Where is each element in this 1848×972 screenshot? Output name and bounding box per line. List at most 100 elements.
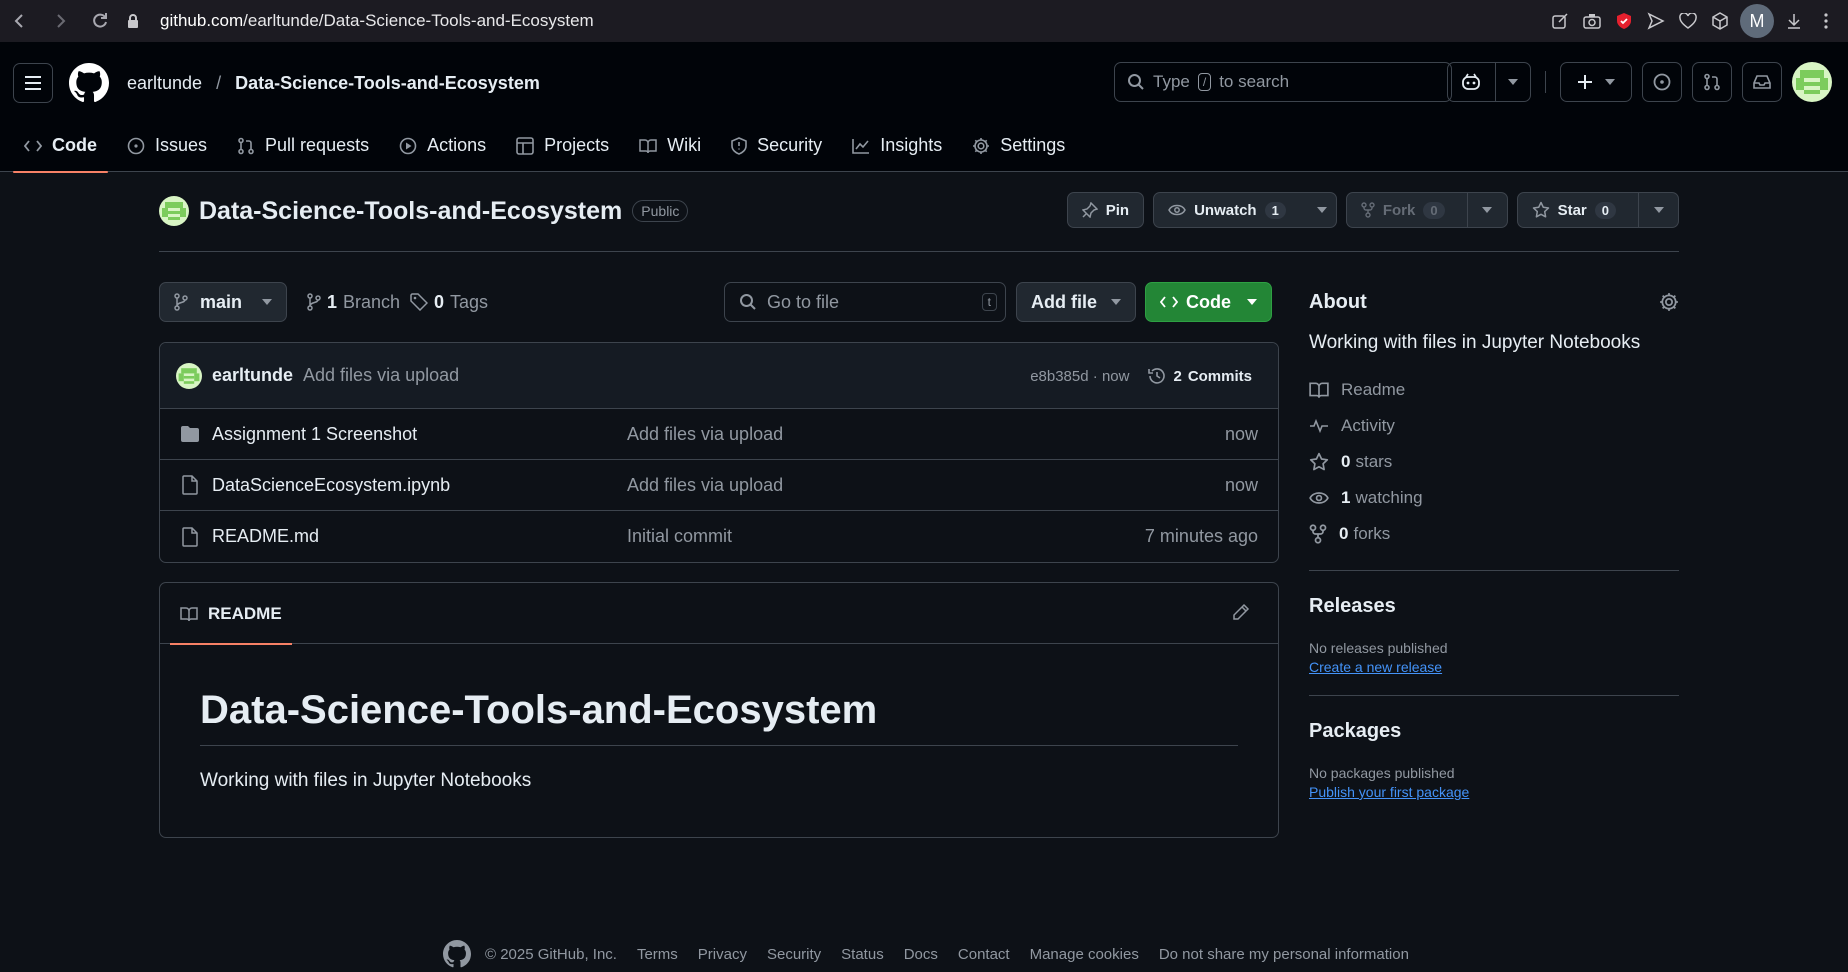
create-release-link[interactable]: Create a new release [1309,659,1442,675]
play-icon [399,137,417,154]
tab-insights[interactable]: Insights [841,119,953,172]
file-row[interactable]: README.md Initial commit 7 minutes ago [160,511,1278,562]
file-name[interactable]: README.md [212,526,319,547]
file-commit-message[interactable]: Initial commit [627,526,732,547]
commit-author-avatar[interactable] [176,362,202,389]
footer-link-manage-cookies[interactable]: Manage cookies [1030,946,1139,963]
history-icon [1148,368,1166,384]
tab-projects[interactable]: Projects [505,119,620,172]
file-commit-message[interactable]: Add files via upload [627,424,783,445]
tab-settings[interactable]: Settings [961,119,1076,172]
book-icon [639,138,657,153]
about-stars-link[interactable]: 0 stars [1309,444,1679,480]
browser-profile-avatar[interactable]: M [1740,4,1774,38]
file-row[interactable]: Assignment 1 Screenshot Add files via up… [160,409,1278,460]
add-file-button[interactable]: Add file [1016,282,1136,322]
pencil-icon[interactable] [1232,603,1250,621]
heart-icon[interactable] [1676,9,1700,33]
breadcrumb-repo[interactable]: Data-Science-Tools-and-Ecosystem [235,73,540,94]
code-download-button[interactable]: Code [1145,282,1272,322]
file-icon [182,475,198,495]
branches-link[interactable]: 1 Branch [307,282,400,322]
readme-tab[interactable]: README [170,583,292,645]
chevron-down-icon[interactable] [1638,193,1678,227]
commits-count: 2 [1173,367,1182,385]
commit-hash-time[interactable]: e8b385d · now [1030,368,1129,385]
packages-title[interactable]: Packages [1309,720,1679,743]
more-vertical-icon[interactable] [1814,9,1838,33]
releases-title[interactable]: Releases [1309,595,1679,618]
readme-heading: Data-Science-Tools-and-Ecosystem [200,688,1238,746]
footer-link-terms[interactable]: Terms [637,946,678,963]
github-logo-icon[interactable] [69,63,109,103]
commit-author[interactable]: earltunde [212,365,293,386]
github-footer-logo-icon[interactable] [443,940,471,968]
branch-selector[interactable]: main [159,282,288,322]
footer-link-security[interactable]: Security [767,946,821,963]
tags-link[interactable]: 0 Tags [410,282,488,322]
tag-count: 0 [434,291,445,312]
about-activity-link[interactable]: Activity [1309,408,1679,444]
breadcrumb-owner[interactable]: earltunde [127,73,202,94]
tab-security[interactable]: Security [720,119,833,172]
forward-icon[interactable] [40,0,80,42]
pull-requests-button[interactable] [1692,62,1732,102]
footer-link-status[interactable]: Status [841,946,884,963]
hamburger-menu-button[interactable] [13,63,53,103]
page-footer: © 2025 GitHub, Inc. Terms Privacy Securi… [443,940,1409,968]
file-row[interactable]: DataScienceEcosystem.ipynb Add files via… [160,460,1278,511]
branch-icon [174,293,188,311]
commits-link[interactable]: 2 Commits [1147,366,1252,386]
tab-pull-requests[interactable]: Pull requests [226,119,380,172]
issues-button[interactable] [1642,62,1682,102]
camera-icon[interactable] [1580,9,1604,33]
reload-icon[interactable] [80,0,120,42]
tab-issues[interactable]: Issues [116,119,218,172]
star-button[interactable]: Star 0 [1516,192,1679,228]
pin-button[interactable]: Pin [1066,192,1145,228]
about-forks-link[interactable]: 0 forks [1309,516,1679,552]
footer-link-privacy[interactable]: Privacy [698,946,747,963]
chevron-down-icon[interactable] [1466,193,1507,227]
gear-icon[interactable] [1659,292,1679,312]
about-readme-link[interactable]: Readme [1309,372,1679,408]
address-bar[interactable]: github.com/earltunde/Data-Science-Tools-… [160,11,594,31]
footer-link-docs[interactable]: Docs [904,946,938,963]
file-toolbar: main 1 Branch 0 Tags Go to file t Add fi… [159,282,1279,322]
chevron-down-icon[interactable] [1494,63,1530,101]
tab-actions[interactable]: Actions [388,119,497,172]
add-file-label: Add file [1031,291,1097,312]
repo-name[interactable]: Data-Science-Tools-and-Ecosystem [199,197,622,226]
fork-button[interactable]: Fork 0 [1345,192,1508,228]
file-name[interactable]: DataScienceEcosystem.ipynb [212,475,450,496]
chevron-down-icon[interactable] [1308,193,1336,227]
watching-label: watching [1355,488,1423,507]
file-name[interactable]: Assignment 1 Screenshot [212,424,417,445]
publish-package-link[interactable]: Publish your first package [1309,784,1469,800]
create-new-button[interactable] [1560,62,1632,102]
copilot-button[interactable] [1447,62,1531,102]
tab-wiki[interactable]: Wiki [628,119,712,172]
footer-link-do-not-share[interactable]: Do not share my personal information [1159,946,1409,963]
back-icon[interactable] [0,0,40,42]
about-watching-link[interactable]: 1 watching [1309,480,1679,516]
watching-count: 1 [1341,488,1351,507]
go-to-file-input[interactable]: Go to file t [724,282,1006,322]
shield-extension-icon[interactable] [1612,9,1636,33]
footer-link-contact[interactable]: Contact [958,946,1010,963]
file-commit-message[interactable]: Add files via upload [627,475,783,496]
inbox-button[interactable] [1742,62,1782,102]
cube-icon[interactable] [1708,9,1732,33]
commit-message[interactable]: Add files via upload [303,365,459,386]
edit-icon[interactable] [1548,9,1572,33]
about-sidebar: About Working with files in Jupyter Note… [1309,282,1679,802]
tab-code[interactable]: Code [13,119,108,173]
owner-avatar[interactable] [159,196,189,226]
global-search-input[interactable]: Type / to search [1114,62,1452,102]
watch-button[interactable]: Unwatch 1 [1153,192,1337,228]
send-icon[interactable] [1644,9,1668,33]
user-avatar[interactable] [1792,62,1832,102]
commit-time: now [1101,367,1130,385]
download-icon[interactable] [1782,9,1806,33]
graph-icon [852,138,870,154]
